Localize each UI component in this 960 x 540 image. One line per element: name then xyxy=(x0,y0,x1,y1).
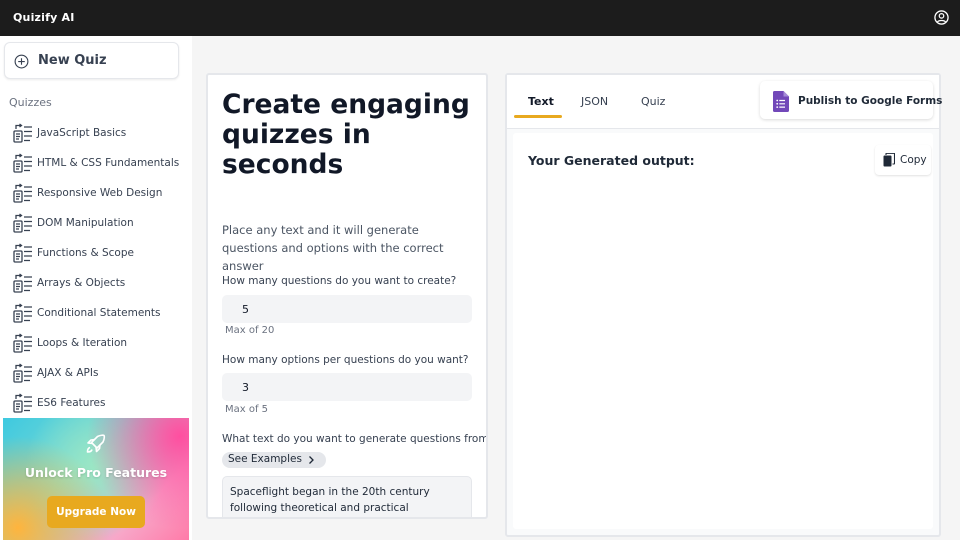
question-count-label: How many questions do you want to create… xyxy=(222,275,457,287)
promo-title: Unlock Pro Features xyxy=(24,465,168,480)
source-text-area[interactable]: Spaceflight began in the 20th century fo… xyxy=(222,476,472,517)
sidebar-item-label: HTML & CSS Fundamentals xyxy=(37,157,180,169)
sidebar-item-label: ES6 Features xyxy=(37,397,106,409)
sidebar-item-label: Loops & Iteration xyxy=(37,337,128,349)
sidebar-item-loops-iteration[interactable]: Loops & Iteration xyxy=(0,328,192,358)
quiz-list-icon xyxy=(13,213,33,233)
quiz-list-icon xyxy=(13,153,33,173)
tab-json[interactable]: JSON xyxy=(581,95,608,108)
sidebar: New Quiz Quizzes JavaScript Basics HTML … xyxy=(0,36,192,540)
rocket-icon xyxy=(86,434,106,453)
option-count-label: How many options per questions do you wa… xyxy=(222,354,469,366)
quiz-list-icon xyxy=(13,273,33,293)
top-bar: Quizify AI xyxy=(0,0,960,36)
quiz-list-icon xyxy=(13,303,33,323)
sidebar-item-label: Responsive Web Design xyxy=(37,187,163,199)
see-examples-button[interactable]: See Examples xyxy=(222,452,326,468)
quiz-form-panel: Create engaging quizzes in seconds Place… xyxy=(206,73,488,519)
output-title: Your Generated output: xyxy=(528,153,695,168)
copy-button[interactable]: Copy xyxy=(875,145,931,175)
quiz-list-icon xyxy=(13,363,33,383)
copy-icon xyxy=(883,153,895,167)
output-tabs: Text JSON Quiz Publish to Google Forms xyxy=(507,75,942,129)
generated-output-box: Your Generated output: Copy xyxy=(513,133,933,529)
publish-label: Publish to Google Forms xyxy=(798,95,943,107)
sidebar-item-responsive-web-design[interactable]: Responsive Web Design xyxy=(0,178,192,208)
see-examples-label: See Examples xyxy=(228,453,302,465)
sidebar-item-label: DOM Manipulation xyxy=(37,217,134,229)
sidebar-item-label: Arrays & Objects xyxy=(37,277,126,289)
page-title: Create engaging quizzes in seconds xyxy=(222,89,470,180)
sidebar-item-label: AJAX & APIs xyxy=(37,367,99,379)
option-count-hint: Max of 5 xyxy=(225,404,269,415)
question-count-hint: Max of 20 xyxy=(225,325,275,336)
user-circle-icon[interactable] xyxy=(934,10,949,25)
plus-circle-icon xyxy=(14,54,29,69)
publish-google-forms-button[interactable]: Publish to Google Forms xyxy=(760,81,942,119)
option-count-input[interactable] xyxy=(222,373,472,401)
active-tab-indicator xyxy=(514,115,562,118)
sidebar-item-es6-features[interactable]: ES6 Features xyxy=(0,388,192,418)
app-title: Quizify AI xyxy=(13,11,75,24)
quiz-list-icon xyxy=(13,243,33,263)
output-panel: Text JSON Quiz Publish to Google Forms Y… xyxy=(505,73,942,537)
tab-text[interactable]: Text xyxy=(528,95,554,108)
question-count-input[interactable] xyxy=(222,295,472,323)
source-text-label: What text do you want to generate questi… xyxy=(222,433,488,445)
google-forms-icon xyxy=(773,91,789,112)
quiz-list-icon xyxy=(13,393,33,413)
upgrade-now-button[interactable]: Upgrade Now xyxy=(47,496,145,528)
sidebar-item-arrays-objects[interactable]: Arrays & Objects xyxy=(0,268,192,298)
chevron-right-icon xyxy=(309,456,314,464)
quiz-list-icon xyxy=(13,123,33,143)
new-quiz-button[interactable]: New Quiz xyxy=(4,42,179,79)
quiz-list: JavaScript Basics HTML & CSS Fundamental… xyxy=(0,118,192,418)
sidebar-item-label: JavaScript Basics xyxy=(37,127,127,139)
new-quiz-label: New Quiz xyxy=(38,53,107,68)
pro-promo-card: Unlock Pro Features Upgrade Now xyxy=(3,418,189,540)
sidebar-item-dom-manipulation[interactable]: DOM Manipulation xyxy=(0,208,192,238)
page-subtitle: Place any text and it will generate ques… xyxy=(222,223,444,273)
copy-label: Copy xyxy=(900,154,927,166)
sidebar-item-functions-scope[interactable]: Functions & Scope xyxy=(0,238,192,268)
sidebar-item-label: Functions & Scope xyxy=(37,247,134,259)
quiz-list-icon xyxy=(13,333,33,353)
sidebar-item-html-css-fundamentals[interactable]: HTML & CSS Fundamentals xyxy=(0,148,192,178)
quiz-list-icon xyxy=(13,183,33,203)
sidebar-item-ajax-apis[interactable]: AJAX & APIs xyxy=(0,358,192,388)
sidebar-item-conditional-statements[interactable]: Conditional Statements xyxy=(0,298,192,328)
tab-quiz[interactable]: Quiz xyxy=(641,95,665,108)
quizzes-heading: Quizzes xyxy=(9,96,52,109)
sidebar-item-label: Conditional Statements xyxy=(37,307,161,319)
sidebar-item-javascript-basics[interactable]: JavaScript Basics xyxy=(0,118,192,148)
